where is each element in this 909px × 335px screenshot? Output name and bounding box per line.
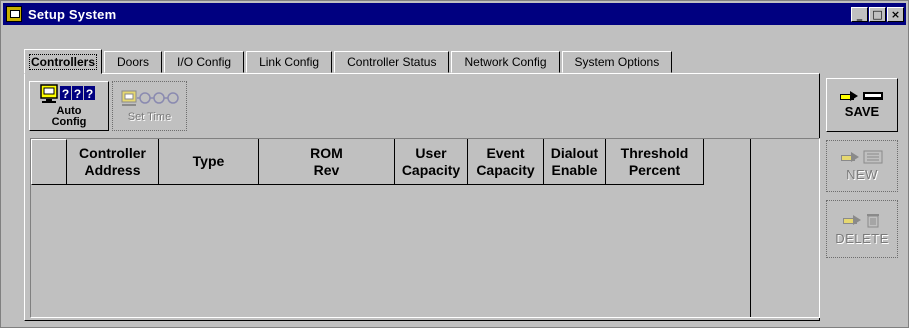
auto-config-button[interactable]: ? ? ? Auto Config — [29, 81, 109, 131]
arrow-right-icon — [840, 91, 858, 101]
auto-config-icon: ? ? ? — [40, 84, 95, 103]
delete-label: DELETE — [835, 231, 889, 246]
col-user-capacity[interactable]: User Capacity — [395, 139, 468, 185]
tab-network-config[interactable]: Network Config — [451, 51, 560, 73]
tab-system-options[interactable]: System Options — [561, 51, 673, 73]
col-dialout-enable[interactable]: Dialout Enable — [544, 139, 606, 185]
col-event-capacity[interactable]: Event Capacity — [468, 139, 544, 185]
new-record-icon — [863, 150, 883, 164]
setup-system-window: Setup System _ □ × Controllers Doors I/O… — [0, 0, 909, 328]
table-vertical-divider — [750, 139, 751, 317]
app-icon[interactable] — [6, 6, 22, 22]
auto-config-glyph-3: ? — [86, 87, 93, 101]
tab-link-config[interactable]: Link Config — [246, 51, 333, 73]
col-type[interactable]: Type — [159, 139, 259, 185]
close-button[interactable]: × — [887, 6, 904, 22]
new-label: NEW — [846, 167, 878, 182]
col-threshold-percent[interactable]: Threshold Percent — [606, 139, 704, 185]
window-title: Setup System — [28, 6, 117, 22]
save-label: SAVE — [844, 104, 880, 119]
table-header: Controller Address Type ROM Rev User Cap… — [31, 139, 704, 185]
tab-controller-status[interactable]: Controller Status — [334, 51, 450, 73]
minimize-button[interactable]: _ — [851, 6, 868, 22]
arrow-right-icon — [841, 152, 859, 162]
save-icon — [840, 91, 884, 101]
save-button[interactable]: SAVE — [826, 78, 898, 132]
set-time-icon — [121, 90, 179, 106]
new-button[interactable]: NEW — [826, 140, 898, 192]
arrow-right-icon — [843, 215, 861, 225]
maximize-button[interactable]: □ — [869, 6, 886, 22]
tab-doors[interactable]: Doors — [104, 51, 163, 73]
title-bar[interactable]: Setup System _ □ × — [3, 3, 906, 25]
trash-can-icon — [867, 214, 879, 228]
auto-config-glyph-2: ? — [74, 87, 81, 101]
tab-controllers-label: Controllers — [29, 53, 98, 70]
tab-strip: Controllers Doors I/O Config Link Config… — [24, 49, 674, 74]
new-icon — [841, 150, 883, 164]
auto-config-label: Auto Config — [51, 105, 87, 128]
floppy-bar-icon — [863, 92, 883, 100]
tab-io-config[interactable]: I/O Config — [164, 51, 245, 73]
set-time-button[interactable]: Set Time — [112, 81, 187, 131]
tab-controllers[interactable]: Controllers — [24, 49, 103, 74]
delete-icon — [843, 212, 881, 228]
window-controls: _ □ × — [851, 6, 904, 22]
auto-config-glyph-1: ? — [62, 87, 69, 101]
set-time-label: Set Time — [127, 110, 172, 123]
controllers-table[interactable]: Controller Address Type ROM Rev User Cap… — [30, 138, 820, 318]
col-controller-address[interactable]: Controller Address — [67, 139, 159, 185]
row-selector-corner[interactable] — [31, 139, 67, 185]
col-rom-rev[interactable]: ROM Rev — [259, 139, 395, 185]
delete-button[interactable]: DELETE — [826, 200, 898, 258]
